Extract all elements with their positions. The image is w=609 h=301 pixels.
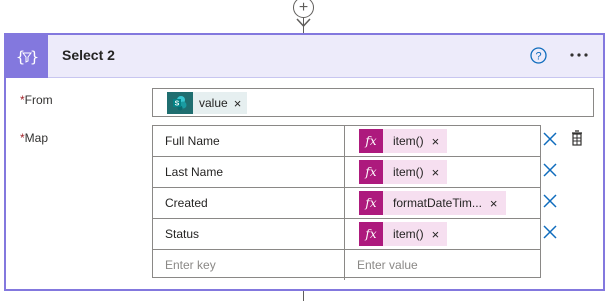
remove-expression-button[interactable]: × [432,227,440,242]
map-row: Last Name fx item() × [153,157,540,188]
help-circle-icon[interactable]: ? [530,47,547,64]
remove-token-button[interactable]: × [234,96,242,111]
map-row: Full Name fx item() × [153,126,540,157]
expression-label: formatDateTim... [393,196,482,210]
remove-expression-button[interactable]: × [490,196,498,211]
expression-token[interactable]: fx item() × [359,160,448,184]
delete-table-icon[interactable] [569,129,585,147]
map-value-input[interactable]: fx item() × [345,157,540,187]
from-input[interactable]: S value × [152,88,594,117]
map-value-input[interactable]: fx item() × [345,126,540,156]
close-x-icon[interactable] [543,225,557,239]
remove-expression-button[interactable]: × [432,165,440,180]
map-key-input[interactable]: Last Name [153,157,345,187]
expression-label: item() [393,134,424,148]
svg-text:}: } [30,48,38,66]
expression-label: item() [393,165,424,179]
map-value-input[interactable]: fx item() × [345,219,540,249]
action-header[interactable]: { } Select 2 ? [6,35,603,78]
map-label: *Map [20,131,49,145]
more-ellipsis-icon[interactable] [567,45,591,65]
expression-token[interactable]: fx item() × [359,222,448,246]
fx-icon: fx [359,160,383,184]
map-row: Created fx formatDateTim... × [153,188,540,219]
select-action-card: { } Select 2 ? *From [4,33,605,291]
map-key-input[interactable]: Status [153,219,345,249]
dynamic-content-token[interactable]: S value × [167,92,247,114]
map-row: Status fx item() × [153,219,540,250]
svg-text:?: ? [535,51,541,63]
data-operation-icon: { } [6,35,48,78]
svg-text:{: { [16,48,25,66]
arrow-down-icon [296,18,311,28]
expression-token[interactable]: fx item() × [359,129,448,153]
sharepoint-icon: S [167,92,193,114]
remove-expression-button[interactable]: × [432,134,440,149]
close-x-icon[interactable] [543,132,557,146]
map-table: Full Name fx item() × Last Name fx item(… [152,125,541,281]
connector-line-bottom [303,291,304,301]
value-placeholder: Enter value [357,258,418,272]
plus-icon: + [298,0,309,16]
expression-label: item() [393,227,424,241]
new-value-input[interactable]: Enter value [345,250,540,280]
expression-token[interactable]: fx formatDateTim... × [359,191,506,215]
from-label: *From [20,93,53,107]
close-x-icon[interactable] [543,194,557,208]
map-value-input[interactable]: fx formatDateTim... × [345,188,540,218]
map-key-input[interactable]: Full Name [153,126,345,156]
token-label: value [199,96,228,110]
add-step-button[interactable]: + [293,0,314,18]
action-title: Select 2 [62,47,115,63]
fx-icon: fx [359,191,383,215]
fx-icon: fx [359,222,383,246]
flow-canvas: + { } Select 2 ? *F [0,0,609,301]
svg-text:S: S [175,101,180,108]
map-key-input[interactable]: Created [153,188,345,218]
close-x-icon[interactable] [543,163,557,177]
new-key-input[interactable]: Enter key [153,250,345,280]
fx-icon: fx [359,129,383,153]
map-row-empty: Enter key Enter value [153,250,540,281]
